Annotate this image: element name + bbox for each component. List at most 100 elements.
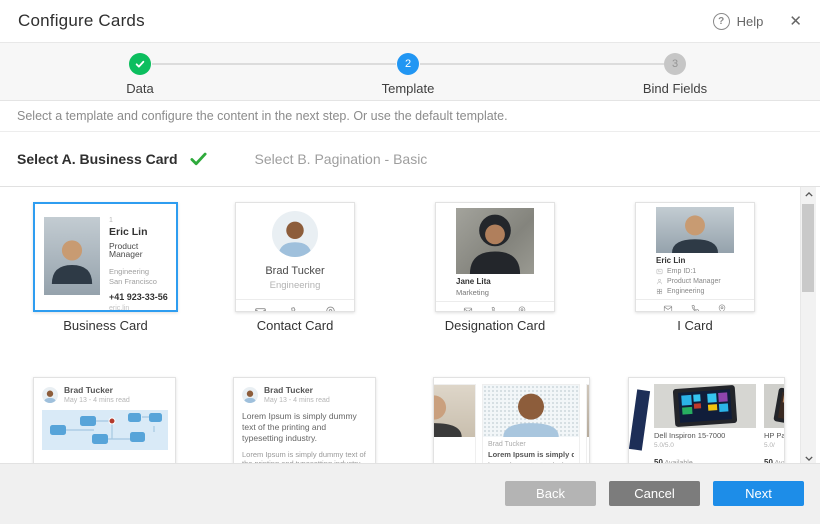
phone-icon [690,304,700,312]
business-card-preview: 1 Eric Lin Product Manager Engineering S… [35,204,176,312]
profile-text: text of the [433,452,470,459]
step-number-badge: 2 [397,53,419,75]
preview-name: Eric Lin [656,257,734,265]
template-contact-card[interactable]: Brad Tucker Engineering [235,202,355,312]
location-pin-icon [517,306,527,313]
profile-title: dummy [433,441,470,449]
step-template[interactable]: 2 Template [348,53,468,96]
blog-preview: Brad Tucker May 13 - 4 mins read [34,378,175,466]
preview-city: San Francisco [109,278,170,286]
profile-item: Brad Tucker Lorem Ipsum is simply dummy … [482,384,580,466]
laptop-photo-partial [764,384,785,428]
product-carousel: Dell Inspiron 15-7000 5.0/5.0 50 Availab… [629,378,784,466]
profile-photo [483,385,579,437]
preview-dept: Engineering [109,268,170,276]
template-business-card[interactable]: 1 Eric Lin Product Manager Engineering S… [33,202,178,312]
eric-lin-photo [44,217,100,295]
chevron-down-icon [805,456,813,461]
dialog-footer: Back Cancel Next [0,463,820,524]
i-card-info: Eric Lin Emp ID:1 Product Manager Engine… [656,257,734,295]
template-gallery: 1 Eric Lin Product Manager Engineering S… [0,187,820,466]
template-label-business-card: Business Card [23,318,188,333]
product-photo-partial [629,389,650,450]
profile-item: dummy text of the [433,384,476,466]
wizard-stepper: Data 2 Template 3 Bind Fields [0,43,820,101]
template-i-card[interactable]: Eric Lin Emp ID:1 Product Manager Engine… [635,202,755,312]
id-badge-icon [656,268,663,275]
product-name: Dell Inspiron 15-7000 [654,432,756,440]
template-designation-card[interactable]: Jane Lita Marketing [435,202,555,312]
laptop-photo [654,384,756,428]
page-title: Configure Cards [18,11,145,31]
post-meta: May 13 - 4 mins read [64,397,130,404]
preview-emp-id: Emp ID:1 [667,268,696,275]
product-rating: 5.0/ [764,443,785,450]
template-blog-image-card[interactable]: Brad Tucker May 13 - 4 mins read [33,377,176,466]
contact-actions [236,300,354,312]
template-label-designation-card: Designation Card [425,318,565,333]
step-done-check-icon [129,53,151,75]
phone-icon [490,306,500,313]
brad-tucker-avatar [242,387,258,403]
mail-icon [663,304,673,312]
template-blog-text-card[interactable]: Brad Tucker May 13 - 4 mins read Lorem I… [233,377,376,466]
next-button[interactable]: Next [713,481,804,506]
flowchart-image [42,410,168,450]
template-product-carousel-card[interactable]: Dell Inspiron 15-7000 5.0/5.0 50 Availab… [628,377,785,466]
preview-name: Eric Lin [109,227,170,238]
brad-tucker-avatar [42,387,58,403]
designation-card-preview: Jane Lita Marketing [436,208,554,312]
preview-name: Brad Tucker [236,265,354,277]
tab-a-label: Select A. Business Card [17,151,178,167]
preview-email: eric.lin [109,305,170,312]
author-name: Brad Tucker [64,386,130,395]
close-icon[interactable]: ✕ [789,12,802,30]
jane-lita-photo [456,208,534,274]
preview-dept: Marketing [456,289,534,297]
help-button[interactable]: ? Help [713,13,764,30]
profile-photo [433,385,475,437]
tab-selected-check-icon [190,152,207,166]
scrollbar-thumb[interactable] [802,204,814,292]
template-profile-carousel-card[interactable]: dummy text of the Brad Tucker Lorem Ipsu… [433,377,590,466]
profile-name: Brad Tucker [488,441,574,448]
dialog-titlebar: Configure Cards ? Help ✕ [0,0,820,43]
mail-icon [463,306,473,313]
contact-card-preview: Brad Tucker Engineering [236,203,354,312]
role-row: Product Manager [656,278,734,285]
help-icon: ? [713,13,730,30]
blog-header: Brad Tucker May 13 - 4 mins read [242,386,367,404]
cancel-button[interactable]: Cancel [609,481,700,506]
back-button[interactable]: Back [505,481,596,506]
designation-info: Jane Lita Marketing [456,278,534,297]
phone-icon [289,306,302,312]
step-number-badge: 3 [664,53,686,75]
preview-dept: Engineering [667,288,704,295]
preview-dept: Engineering [236,280,354,291]
person-icon [656,278,663,285]
emp-id-row: Emp ID:1 [656,268,734,275]
product-item: Dell Inspiron 15-7000 5.0/5.0 50 Availab… [654,384,756,466]
preview-role: Product Manager [109,242,170,259]
product-name: HP Pavi [764,432,785,440]
tab-select-a-business-card[interactable]: Select A. Business Card [17,151,207,167]
step-data[interactable]: Data [80,53,200,96]
scroll-up-button[interactable] [801,187,816,202]
location-pin-icon [717,304,727,312]
profile-photo [587,385,590,437]
mail-icon [254,306,267,312]
gallery-scrollbar[interactable] [800,187,816,466]
help-label: Help [737,14,764,29]
tab-select-b-pagination-basic[interactable]: Select B. Pagination - Basic [255,151,428,167]
instruction-text: Select a template and configure the cont… [0,101,820,132]
template-label-i-card: I Card [625,318,765,333]
step-label: Bind Fields [615,81,735,96]
business-card-info: 1 Eric Lin Product Manager Engineering S… [109,217,170,312]
post-meta: May 13 - 4 mins read [264,397,330,404]
preview-name: Jane Lita [456,278,534,286]
product-item-partial: HP Pavi 5.0/ 50 Avail Lorem Ips [764,384,785,466]
blog-header: Brad Tucker May 13 - 4 mins read [42,386,167,404]
i-card-preview: Eric Lin Emp ID:1 Product Manager Engine… [636,207,754,312]
contact-actions [436,302,554,313]
step-bind-fields[interactable]: 3 Bind Fields [615,53,735,96]
